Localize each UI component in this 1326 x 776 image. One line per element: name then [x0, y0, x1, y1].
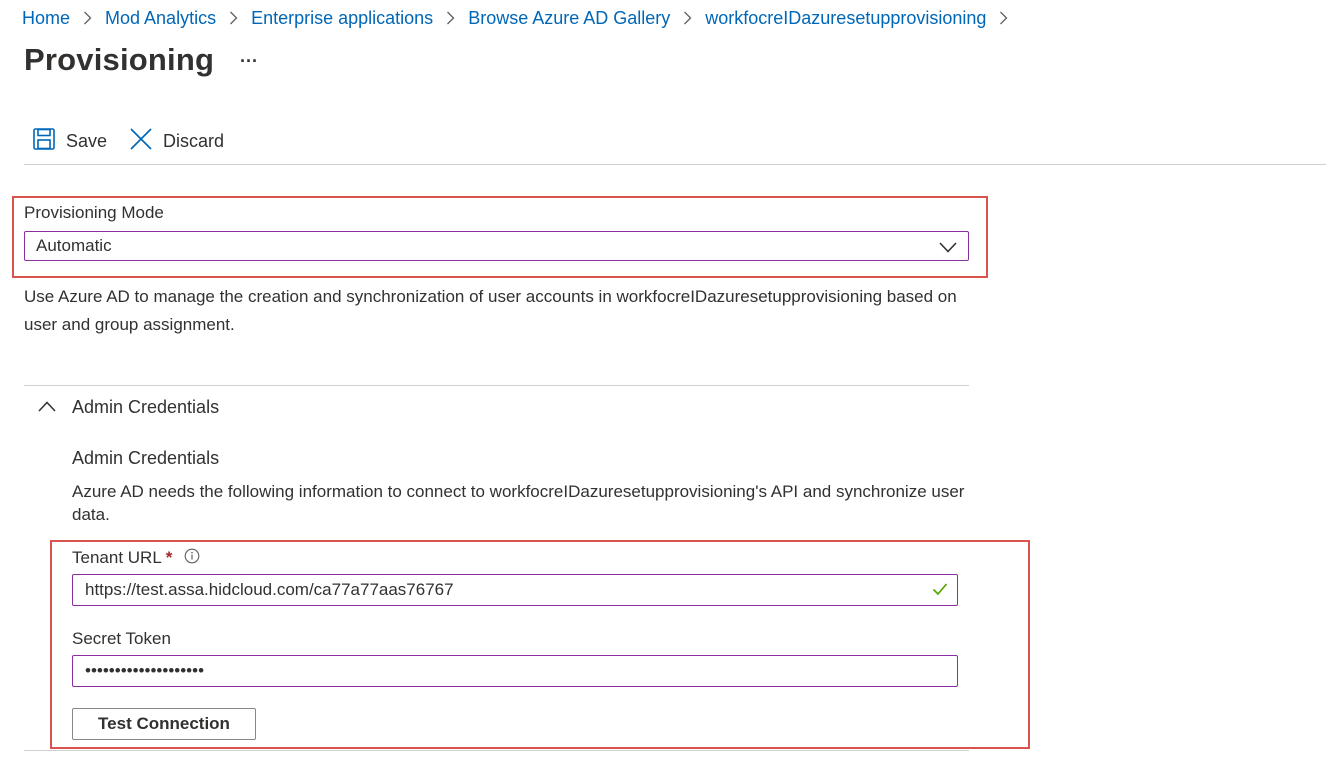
save-label: Save — [66, 130, 108, 151]
provisioning-mode-value: Automatic — [36, 236, 112, 255]
provisioning-mode-dropdown[interactable]: Automatic — [24, 231, 969, 261]
tenant-url-label: Tenant URL — [72, 548, 162, 567]
breadcrumb-home[interactable]: Home — [22, 8, 70, 29]
chevron-up-icon — [38, 399, 56, 417]
discard-label: Discard — [163, 130, 225, 151]
admin-credentials-section-label: Admin Credentials — [72, 397, 220, 417]
breadcrumb-browse-gallery[interactable]: Browse Azure AD Gallery — [468, 8, 670, 29]
test-connection-button[interactable]: Test Connection — [72, 708, 256, 740]
command-bar: Save Discard — [32, 126, 246, 156]
breadcrumb-app[interactable]: workfocreIDazuresetupprovisioning — [705, 8, 986, 29]
discard-button[interactable]: Discard — [129, 127, 224, 156]
chevron-down-icon — [939, 240, 957, 258]
chevron-right-icon — [446, 11, 455, 25]
tenant-url-label-row: Tenant URL * — [72, 548, 200, 569]
chevron-right-icon — [683, 11, 692, 25]
section-divider-bottom — [24, 750, 969, 751]
save-button[interactable]: Save — [32, 127, 107, 156]
page-title: Provisioning — [24, 42, 215, 77]
admin-credentials-title: Admin Credentials — [72, 448, 220, 468]
chevron-right-icon — [229, 11, 238, 25]
required-indicator: * — [165, 548, 173, 567]
toolbar-divider — [24, 164, 1326, 165]
close-icon — [129, 127, 153, 156]
secret-token-label: Secret Token — [72, 629, 171, 648]
secret-token-input[interactable] — [72, 655, 958, 687]
provisioning-mode-description: Use Azure AD to manage the creation and … — [24, 287, 957, 334]
save-icon — [32, 127, 56, 156]
breadcrumb: Home Mod Analytics Enterprise applicatio… — [22, 6, 1021, 30]
info-icon[interactable] — [184, 548, 200, 569]
chevron-right-icon — [83, 11, 92, 25]
breadcrumb-enterprise-applications[interactable]: Enterprise applications — [251, 8, 433, 29]
admin-credentials-description: Azure AD needs the following information… — [72, 482, 965, 524]
section-divider — [24, 385, 969, 386]
more-options-button[interactable]: ··· — [238, 46, 260, 76]
breadcrumb-mod-analytics[interactable]: Mod Analytics — [105, 8, 216, 29]
admin-credentials-toggle[interactable]: Admin Credentials — [38, 397, 219, 418]
provisioning-mode-label: Provisioning Mode — [24, 203, 164, 222]
tenant-url-input[interactable] — [72, 574, 958, 606]
chevron-right-icon — [999, 11, 1008, 25]
checkmark-icon — [932, 582, 948, 601]
